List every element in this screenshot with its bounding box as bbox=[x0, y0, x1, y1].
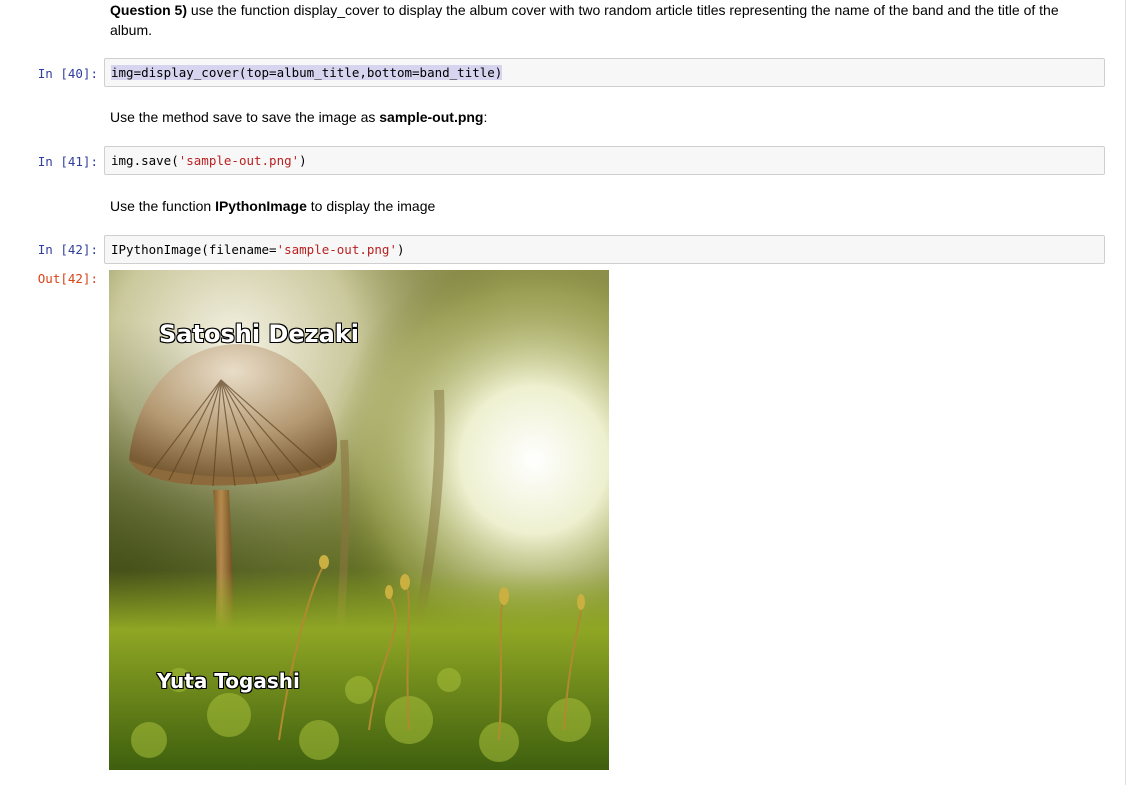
in-prompt-42: In [42]: bbox=[37, 242, 98, 257]
code-42-call: IPythonImage(filename= bbox=[111, 242, 277, 257]
out-prompt-42: Out[42]: bbox=[37, 271, 98, 286]
code-41-close: ) bbox=[299, 153, 307, 168]
display-text-after: to display the image bbox=[306, 198, 436, 214]
display-text-before: Use the function bbox=[110, 198, 216, 214]
notebook: Question 5) use the function display_cov… bbox=[0, 0, 1128, 785]
scrollbar-edge bbox=[1125, 0, 1126, 785]
code-cell-42[interactable]: IPythonImage(filename='sample-out.png') bbox=[104, 235, 1105, 264]
markdown-display: Use the function IPythonImage to display… bbox=[110, 196, 1100, 216]
question-label: Question 5) bbox=[110, 2, 188, 18]
code-42-string: 'sample-out.png' bbox=[276, 242, 397, 257]
display-function-name: IPythonImage bbox=[215, 198, 307, 214]
code-41-string: 'sample-out.png' bbox=[178, 153, 300, 168]
code-cell-40[interactable]: img=display_cover(top=album_title,bottom… bbox=[104, 58, 1105, 87]
save-text-before: Use the method save to save the image as bbox=[110, 109, 380, 125]
question-text: use the function display_cover to displa… bbox=[110, 2, 1059, 38]
markdown-save: Use the method save to save the image as… bbox=[110, 107, 1100, 127]
in-prompt-40: In [40]: bbox=[37, 66, 98, 81]
album-cover-image: Satoshi Dezaki Yuta Togashi bbox=[109, 270, 609, 770]
cover-top-title: Satoshi Dezaki bbox=[159, 320, 359, 348]
code-41-call: img.save( bbox=[111, 153, 179, 168]
code-line-40: img=display_cover(top=album_title,bottom… bbox=[111, 65, 503, 80]
markdown-question-5: Question 5) use the function display_cov… bbox=[110, 0, 1100, 40]
in-prompt-41: In [41]: bbox=[37, 154, 98, 169]
save-text-after: : bbox=[483, 109, 488, 125]
save-filename: sample-out.png bbox=[379, 109, 484, 125]
code-cell-41[interactable]: img.save('sample-out.png') bbox=[104, 146, 1105, 175]
code-42-close: ) bbox=[397, 242, 405, 257]
cover-bottom-title: Yuta Togashi bbox=[157, 669, 300, 693]
